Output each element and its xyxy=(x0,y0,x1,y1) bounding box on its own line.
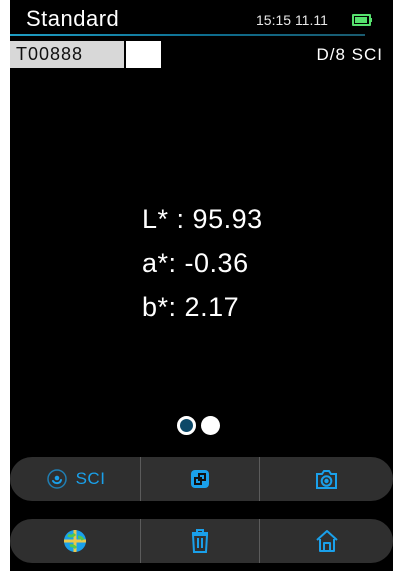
time-text: 15:15 xyxy=(256,12,292,28)
a-value: -0.36 xyxy=(184,248,249,278)
sci-label: SCI xyxy=(75,469,106,488)
battery-tip xyxy=(369,18,372,22)
page-dot-2[interactable] xyxy=(201,416,220,435)
page-title: Standard xyxy=(26,6,120,31)
b-row: b*: 2.17 xyxy=(142,285,322,329)
b-value: 2.17 xyxy=(184,292,240,322)
camera-icon xyxy=(316,470,337,489)
sci-button[interactable]: SCI xyxy=(10,457,140,501)
l-value: 95.93 xyxy=(192,204,263,234)
compare-button[interactable] xyxy=(141,457,259,501)
clock: 15:15 11.11 xyxy=(256,12,328,28)
measurement-mode: D/8 SCI xyxy=(316,45,383,64)
sample-id: T00888 xyxy=(16,44,84,64)
a-label: a*: xyxy=(142,248,177,278)
b-label: b*: xyxy=(142,292,177,322)
globe-button[interactable] xyxy=(10,519,140,563)
sci-icon xyxy=(46,469,67,489)
compare-icon xyxy=(191,470,209,488)
page-indicator xyxy=(177,416,223,436)
header-divider xyxy=(10,34,365,36)
color-swatch xyxy=(126,41,161,68)
home-icon xyxy=(315,530,338,552)
lightness-row: L* : 95.93 xyxy=(142,197,322,241)
l-label: L* : xyxy=(142,204,185,234)
date-text: 11.11 xyxy=(294,12,328,28)
color-readout: L* : 95.93 a*: -0.36 b*: 2.17 xyxy=(142,197,322,329)
trash-icon xyxy=(191,529,209,553)
page-dot-1[interactable] xyxy=(177,416,196,435)
toolbar-top: SCI xyxy=(10,457,393,501)
a-row: a*: -0.36 xyxy=(142,241,322,285)
toolbar-bottom xyxy=(10,519,393,563)
home-button[interactable] xyxy=(260,519,393,563)
camera-button[interactable] xyxy=(260,457,393,501)
delete-button[interactable] xyxy=(141,519,259,563)
globe-icon xyxy=(64,530,86,552)
